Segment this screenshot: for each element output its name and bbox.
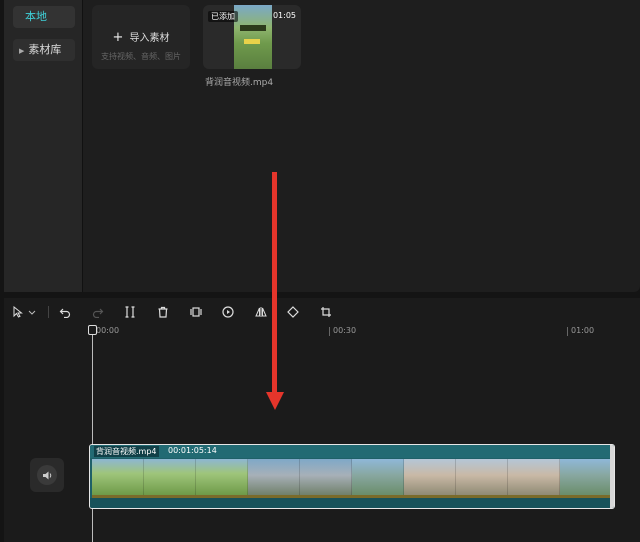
clip-frames bbox=[92, 459, 612, 495]
ruler-label-30: 00:30 bbox=[333, 326, 357, 335]
sidebar-item-library[interactable]: ▶ 素材库 bbox=[13, 39, 75, 61]
clip-duration: 00:01:05:14 bbox=[168, 446, 217, 455]
timeline-toolbar bbox=[4, 298, 640, 326]
duration-badge: 01:05 bbox=[272, 11, 296, 20]
redo-icon[interactable] bbox=[90, 304, 106, 320]
sidebar-item-local[interactable]: 本地 bbox=[13, 6, 75, 28]
ruler-tick bbox=[567, 327, 568, 336]
added-badge: 已添加 bbox=[208, 11, 238, 22]
clip-header: 背润音视频.mp4 00:01:05:14 bbox=[90, 445, 614, 458]
split-icon[interactable] bbox=[122, 304, 138, 320]
clip-frame bbox=[92, 459, 144, 495]
import-hint: 支持视频、音频、图片 bbox=[101, 52, 181, 61]
freeze-frame-icon[interactable] bbox=[188, 304, 204, 320]
clip-frame bbox=[144, 459, 196, 495]
panel-divider bbox=[82, 0, 83, 292]
thumbnail-file-name: 背润音视频.mp4 bbox=[205, 78, 274, 88]
plus-icon: + bbox=[112, 30, 124, 45]
delete-icon[interactable] bbox=[155, 304, 171, 320]
clip-frame bbox=[560, 459, 612, 495]
video-frame-preview bbox=[234, 5, 272, 69]
clip-frame bbox=[196, 459, 248, 495]
clip-frame bbox=[248, 459, 300, 495]
playhead[interactable] bbox=[92, 328, 93, 542]
clip-trim-handle-right[interactable] bbox=[610, 445, 614, 508]
media-sidebar: 本地 ▶ 素材库 bbox=[4, 0, 82, 292]
clip-frame bbox=[300, 459, 352, 495]
time-ruler[interactable]: 00:00 00:30 01:00 bbox=[4, 326, 640, 340]
select-icon[interactable] bbox=[10, 304, 26, 320]
clip-frame bbox=[352, 459, 404, 495]
annotation-arrow-head bbox=[266, 392, 284, 410]
crop-icon[interactable] bbox=[318, 304, 334, 320]
annotation-arrow bbox=[272, 172, 277, 394]
import-media-button[interactable]: + 导入素材 支持视频、音频、图片 bbox=[92, 5, 190, 69]
clip-name: 背润音视频.mp4 bbox=[94, 446, 159, 457]
media-thumbnail[interactable]: 已添加 01:05 bbox=[203, 5, 301, 69]
playhead-handle[interactable] bbox=[88, 325, 97, 335]
ruler-label-60: 01:00 bbox=[571, 326, 595, 335]
track-audio-toggle[interactable] bbox=[30, 458, 64, 492]
undo-icon[interactable] bbox=[57, 304, 73, 320]
video-clip[interactable]: 背润音视频.mp4 00:01:05:14 bbox=[89, 444, 615, 509]
clip-footer bbox=[90, 498, 614, 508]
clip-frame bbox=[404, 459, 456, 495]
speaker-icon bbox=[37, 465, 57, 485]
import-label: 导入素材 bbox=[129, 33, 170, 44]
ruler-tick bbox=[329, 327, 330, 336]
frame-detail bbox=[244, 39, 260, 44]
clip-frame bbox=[456, 459, 508, 495]
chevron-down-icon[interactable] bbox=[26, 304, 38, 320]
ruler-label-0: 00:00 bbox=[96, 326, 120, 335]
play-speed-icon[interactable] bbox=[220, 304, 236, 320]
rotate-icon[interactable] bbox=[285, 304, 301, 320]
frame-detail bbox=[240, 25, 266, 31]
sidebar-item-library-label: 素材库 bbox=[28, 43, 62, 56]
clip-frame bbox=[508, 459, 560, 495]
caret-right-icon: ▶ bbox=[19, 47, 25, 55]
mirror-icon[interactable] bbox=[253, 304, 269, 320]
toolbar-separator bbox=[48, 306, 49, 318]
